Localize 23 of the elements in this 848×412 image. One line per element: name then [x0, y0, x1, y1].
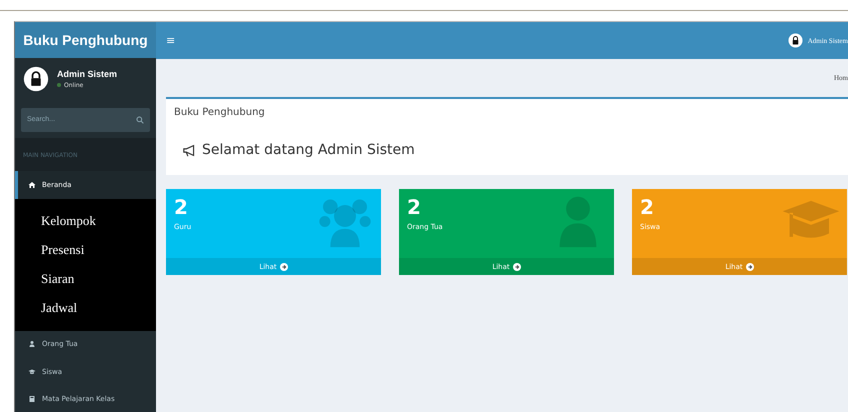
nav-icon: [28, 395, 36, 404]
submenu-item[interactable]: Siaran: [41, 264, 156, 294]
nav-icon: [28, 180, 36, 189]
nav-icon: [28, 368, 36, 376]
menu-icon[interactable]: ≡: [166, 34, 176, 47]
stat-count: 2: [174, 195, 189, 219]
arrow-circle-icon: [512, 262, 521, 270]
panel-title: Buku Penghubung: [174, 107, 266, 118]
submenu-item[interactable]: Jadwal: [41, 294, 156, 323]
stat-count: 2: [407, 195, 422, 219]
submenu-item[interactable]: Presensi: [41, 236, 156, 265]
brand-title[interactable]: Buku Penghubung: [15, 22, 156, 58]
search-icon[interactable]: [136, 116, 144, 124]
stat-count: 2: [640, 195, 655, 219]
megaphone-icon: [182, 144, 197, 156]
user-name: Admin Sistem: [57, 68, 118, 79]
nav-icon: [28, 340, 36, 348]
submenu-item[interactable]: Kelompok: [41, 206, 156, 236]
arrow-circle-icon: [746, 262, 754, 270]
lock-avatar-icon[interactable]: [788, 33, 803, 48]
welcome-text: Selamat datang Admin Sistem: [202, 142, 415, 158]
arrow-circle-icon: [280, 262, 288, 270]
lock-avatar-icon: [23, 66, 49, 92]
